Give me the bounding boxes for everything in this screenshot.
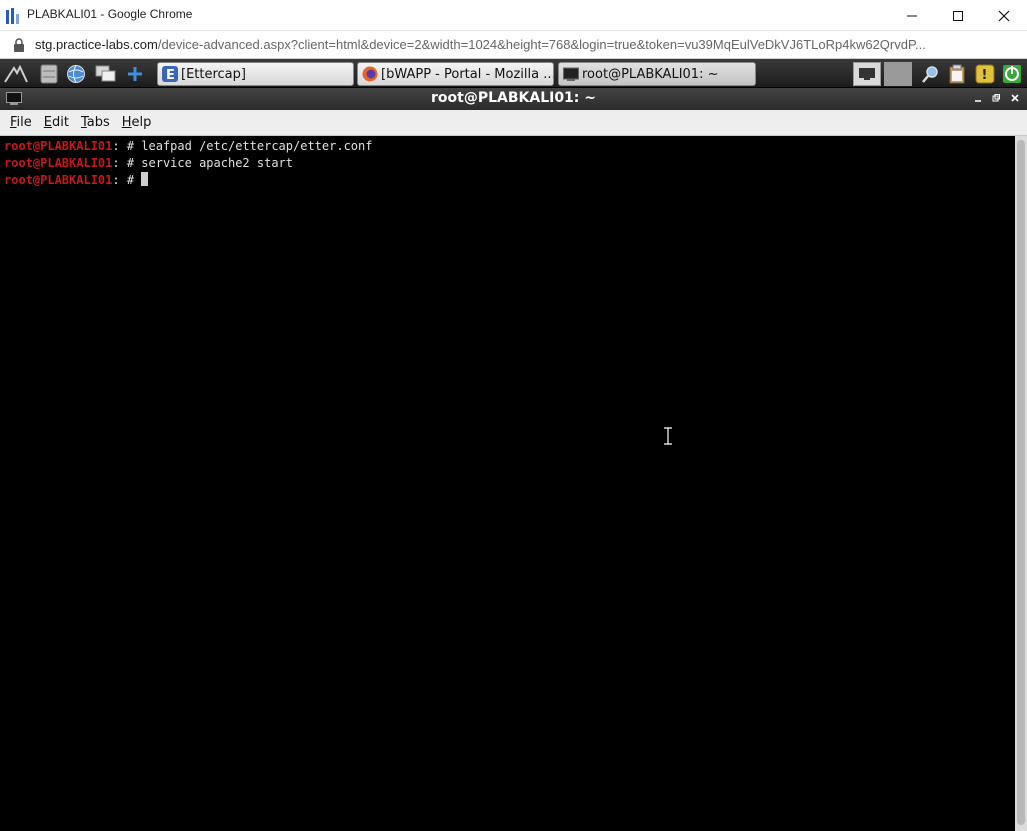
- task-terminal-label: root@PLABKALI01: ~: [582, 66, 719, 82]
- search-icon: [922, 66, 938, 83]
- maximize-button[interactable]: [935, 0, 981, 31]
- logout-icon: [1003, 65, 1021, 83]
- browser-title-bar: PLABKALI01 - Google Chrome: [0, 0, 1027, 31]
- maximize-icon: [953, 10, 963, 21]
- terminal-close-button[interactable]: [1007, 90, 1023, 106]
- restore-icon: [992, 94, 1000, 102]
- monitor-icon: [859, 68, 875, 80]
- warning-icon: !: [975, 64, 995, 84]
- address-bar[interactable]: stg.practice-labs.com/device-advanced.as…: [0, 31, 1027, 59]
- search-tray[interactable]: [918, 62, 944, 86]
- browser-launcher[interactable]: [64, 62, 88, 86]
- prompt-suffix: : #: [112, 173, 142, 187]
- windows-launcher[interactable]: [94, 62, 118, 86]
- lock-icon: [14, 38, 24, 52]
- svg-text:!: !: [982, 68, 988, 83]
- practice-labs-icon: [6, 8, 19, 24]
- terminal-line: root@PLABKALI01: #: [4, 172, 1015, 189]
- updates-tray[interactable]: !: [972, 62, 998, 86]
- menu-help-rest: elp: [131, 115, 152, 130]
- menu-tabs-rest: abs: [86, 115, 110, 130]
- svg-text:E: E: [166, 68, 175, 82]
- logout-tray[interactable]: [1000, 62, 1024, 86]
- prompt: root@PLABKALI01: [4, 156, 113, 170]
- terminal-title-bar[interactable]: root@PLABKALI01: ~: [0, 88, 1027, 110]
- close-icon: [998, 10, 1010, 21]
- menu-edit-accel: E: [43, 115, 52, 130]
- url-text[interactable]: stg.practice-labs.com/device-advanced.as…: [35, 37, 1005, 52]
- prompt-suffix: : #: [112, 139, 142, 153]
- kali-menu-button[interactable]: [4, 62, 28, 86]
- url-path: /device-advanced.aspx?client=html&device…: [157, 37, 926, 52]
- menu-file[interactable]: File: [4, 115, 38, 130]
- task-ettercap-label: [Ettercap]: [181, 66, 246, 82]
- minimize-icon: [975, 100, 981, 102]
- prompt: root@PLABKALI01: [4, 173, 113, 187]
- menu-edit[interactable]: Edit: [38, 115, 75, 130]
- menu-help[interactable]: Help: [116, 115, 158, 130]
- terminal-minimize-button[interactable]: [970, 90, 986, 106]
- task-firefox[interactable]: [bWAPP - Portal - Mozilla ...: [357, 62, 554, 86]
- terminal-icon: [563, 67, 579, 81]
- firefox-icon: [362, 66, 378, 82]
- file-manager-launcher[interactable]: [37, 62, 61, 86]
- text-cursor-icon: [664, 427, 672, 445]
- workspace-2[interactable]: [884, 62, 912, 86]
- minimize-button[interactable]: [889, 0, 935, 31]
- terminal-line: root@PLABKALI01: # leafpad /etc/ettercap…: [4, 138, 1015, 155]
- cabinet-icon: [40, 64, 58, 84]
- plus-icon: [128, 67, 142, 81]
- task-firefox-label: [bWAPP - Portal - Mozilla ...: [381, 66, 554, 82]
- ettercap-icon: E: [162, 66, 178, 82]
- add-launcher[interactable]: [123, 62, 147, 86]
- windows-stack-icon: [95, 65, 116, 82]
- command: service apache2 start: [141, 156, 293, 170]
- terminal-maximize-button[interactable]: [988, 90, 1004, 106]
- menu-help-accel: H: [121, 115, 132, 130]
- menu-edit-rest: dit: [52, 115, 69, 130]
- prompt-suffix: : #: [112, 156, 142, 170]
- scrollbar-thumb[interactable]: [1017, 140, 1025, 825]
- close-icon: [1011, 94, 1019, 102]
- close-button[interactable]: [981, 0, 1027, 31]
- terminal-line: root@PLABKALI01: # service apache2 start: [4, 155, 1015, 172]
- menu-tabs[interactable]: Tabs: [75, 115, 116, 130]
- task-terminal[interactable]: root@PLABKALI01: ~: [558, 62, 756, 86]
- workspace-1[interactable]: [853, 62, 881, 86]
- terminal-scrollbar[interactable]: [1015, 136, 1027, 831]
- url-host: stg.practice-labs.com: [35, 37, 158, 52]
- minimize-icon: [907, 15, 917, 16]
- task-ettercap[interactable]: E [Ettercap]: [157, 62, 354, 86]
- clipboard-tray[interactable]: [944, 62, 970, 86]
- globe-icon: [67, 65, 85, 83]
- terminal-output[interactable]: root@PLABKALI01: # leafpad /etc/ettercap…: [0, 136, 1015, 831]
- kali-taskbar: E [Ettercap] [bWAPP - Portal - Mozilla .…: [0, 59, 1027, 88]
- terminal-cursor: [141, 172, 149, 186]
- kali-dragon-icon: [4, 64, 28, 83]
- browser-window-title: PLABKALI01 - Google Chrome: [27, 7, 193, 21]
- terminal-menubar: File Edit Tabs Help: [0, 110, 1027, 136]
- clipboard-icon: [949, 64, 965, 84]
- command: leafpad /etc/ettercap/etter.conf: [141, 139, 373, 153]
- terminal-window-title: root@PLABKALI01: ~: [430, 90, 597, 106]
- prompt: root@PLABKALI01: [4, 139, 113, 153]
- menu-file-rest: ile: [16, 115, 32, 130]
